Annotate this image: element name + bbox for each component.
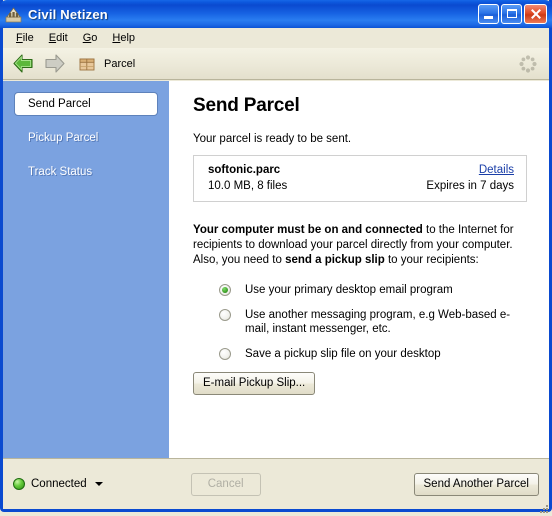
email-pickup-slip-button[interactable]: E-mail Pickup Slip...	[193, 372, 316, 395]
radio-button-icon[interactable]	[219, 309, 231, 321]
parcel-summary-box: softonic.parc 10.0 MB, 8 files Details E…	[193, 155, 527, 202]
pickup-slip-options: Use your primary desktop email program U…	[193, 283, 531, 361]
menu-go[interactable]: Go	[77, 30, 107, 46]
menu-bar: File Edit Go Help	[3, 28, 549, 48]
green-status-dot-icon	[13, 478, 25, 490]
sidebar: Send Parcel Pickup Parcel Track Status	[3, 81, 169, 458]
sidebar-item-label: Track Status	[28, 166, 93, 178]
notice-bold-2: send a pickup slip	[285, 254, 385, 266]
resize-grip-icon[interactable]	[536, 501, 548, 513]
menu-edit[interactable]: Edit	[43, 30, 77, 46]
parcel-info: softonic.parc 10.0 MB, 8 files	[208, 164, 287, 192]
toolbar: Parcel	[3, 48, 549, 80]
window-title: Civil Netizen	[28, 6, 108, 22]
radio-option-another-messaging[interactable]: Use another messaging program, e.g Web-b…	[219, 308, 531, 336]
sidebar-item-label: Pickup Parcel	[28, 132, 99, 144]
caret-down-icon[interactable]	[94, 482, 103, 486]
cancel-button[interactable]: Cancel	[190, 472, 261, 496]
connection-status-label: Connected	[31, 478, 87, 490]
notice-text: Your computer must be on and connected t…	[193, 223, 529, 268]
back-arrow-icon[interactable]	[11, 52, 37, 76]
status-bar: Connected Cancel Send Another Parcel	[3, 458, 549, 509]
parcel-expiry: Expires in 7 days	[426, 180, 514, 192]
details-link[interactable]: Details	[426, 164, 514, 176]
radio-button-icon[interactable]	[219, 348, 231, 360]
close-button[interactable]	[524, 4, 547, 24]
parcel-name: softonic.parc	[208, 164, 281, 176]
application-window: Civil Netizen File Edit Go Help Parcel S…	[0, 0, 552, 516]
connection-status[interactable]: Connected	[13, 478, 103, 490]
toolbar-location-label: Parcel	[104, 57, 136, 70]
menu-file[interactable]: File	[10, 30, 43, 46]
parcel-box-icon	[77, 54, 97, 74]
flower-logo-icon	[517, 53, 539, 75]
menu-help[interactable]: Help	[106, 30, 144, 46]
title-bar[interactable]: Civil Netizen	[0, 0, 552, 28]
radio-button-icon[interactable]	[219, 284, 231, 296]
building-icon	[5, 6, 22, 23]
window-controls	[478, 4, 547, 24]
sidebar-item-label: Send Parcel	[28, 98, 91, 110]
body-area: Send Parcel Pickup Parcel Track Status S…	[3, 81, 549, 458]
radio-option-label: Use your primary desktop email program	[245, 284, 453, 296]
radio-option-label: Save a pickup slip file on your desktop	[245, 348, 441, 360]
email-button-row: E-mail Pickup Slip...	[193, 372, 531, 395]
radio-option-label: Use another messaging program, e.g Web-b…	[245, 309, 511, 335]
send-another-parcel-button[interactable]: Send Another Parcel	[413, 472, 539, 496]
sidebar-item-send-parcel[interactable]: Send Parcel	[14, 92, 158, 116]
radio-option-save-file[interactable]: Save a pickup slip file on your desktop	[219, 347, 531, 361]
notice-text-2: to your recipients:	[384, 254, 479, 266]
parcel-size-and-count: 10.0 MB, 8 files	[208, 180, 288, 192]
sidebar-item-track-status[interactable]: Track Status	[14, 160, 158, 184]
maximize-button[interactable]	[501, 4, 522, 24]
page-title: Send Parcel	[193, 95, 300, 116]
content-pane: Send Parcel Your parcel is ready to be s…	[169, 81, 549, 458]
notice-bold-1: Your computer must be on and connected	[193, 224, 423, 236]
forward-arrow-icon	[41, 52, 67, 76]
radio-option-primary-email[interactable]: Use your primary desktop email program	[219, 283, 531, 297]
sidebar-item-pickup-parcel[interactable]: Pickup Parcel	[14, 126, 158, 150]
parcel-actions: Details Expires in 7 days	[426, 164, 514, 192]
page-subtitle: Your parcel is ready to be sent.	[193, 133, 352, 145]
minimize-button[interactable]	[478, 4, 499, 24]
